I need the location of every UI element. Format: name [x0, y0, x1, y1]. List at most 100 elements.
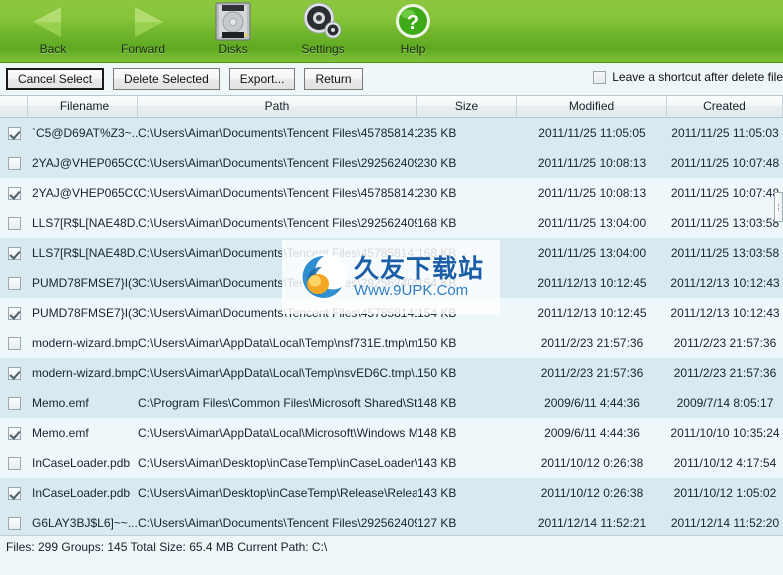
- toolbar-button-disks[interactable]: Disks: [188, 0, 278, 62]
- column-header-filename[interactable]: Filename: [28, 96, 138, 117]
- table-row[interactable]: LLS7[R$L[NAE48D... C:\Users\Aimar\Documen…: [0, 238, 783, 268]
- row-select-cell[interactable]: [0, 426, 28, 440]
- row-select-cell[interactable]: [0, 246, 28, 260]
- export-button[interactable]: Export...: [228, 68, 296, 90]
- row-select-cell[interactable]: [0, 516, 28, 530]
- table-row[interactable]: `C5@D69AT%Z3~... C:\Users\Aimar\Documents…: [0, 118, 783, 148]
- cell-created: 2011/11/25 11:05:03: [671, 126, 779, 140]
- leave-shortcut-checkbox[interactable]: [593, 70, 607, 84]
- table-body: `C5@D69AT%Z3~... C:\Users\Aimar\Documents…: [0, 118, 783, 536]
- cell-modified: 2011/11/25 11:05:05: [538, 126, 646, 140]
- table-row[interactable]: Memo.emf C:\Program Files\Common Files\Mi…: [0, 388, 783, 418]
- cell-filename: InCaseLoader.pdb: [32, 456, 131, 470]
- table-row[interactable]: PUMD78FMSE7}I(3... C:\Users\Aimar\Documen…: [0, 268, 783, 298]
- table-row[interactable]: 2YAJ@VHEP065CO...C:\Users\Aimar\Document…: [0, 178, 783, 208]
- cell-modified: 2011/10/12 0:26:38: [540, 456, 644, 470]
- column-header-modified[interactable]: Modified: [517, 96, 667, 117]
- cell-modified: 2011/10/12 0:26:38: [540, 486, 644, 500]
- cell-path: C:\Users\Aimar\AppData\Local\Temp\nsf731…: [138, 336, 417, 350]
- column-header-created[interactable]: Created: [667, 96, 783, 117]
- cell-filename: LLS7[R$L[NAE48D...: [32, 216, 138, 230]
- cell-path: C:\Users\Aimar\Desktop\inCaseTemp\Releas…: [138, 486, 417, 500]
- cell-filename: Memo.emf: [32, 426, 89, 440]
- leave-shortcut-checkbox-group[interactable]: Leave a shortcut after delete file: [593, 70, 783, 84]
- cell-created: 2009/7/14 8:05:17: [676, 396, 774, 410]
- cell-filename: G6LAY3BJ$L6]~~...: [32, 516, 138, 530]
- row-checkbox[interactable]: [7, 456, 21, 470]
- delete-selected-button[interactable]: Delete Selected: [113, 68, 220, 90]
- row-select-cell[interactable]: [0, 456, 28, 470]
- cell-modified: 2009/6/11 4:44:36: [544, 396, 640, 410]
- row-select-cell[interactable]: [0, 276, 28, 290]
- toolbar-label-settings: Settings: [301, 42, 345, 56]
- table-row[interactable]: LLS7[R$L[NAE48D... C:\Users\Aimar\Documen…: [0, 208, 783, 238]
- row-checkbox[interactable]: [7, 486, 21, 500]
- cell-size: 143 KB: [417, 486, 457, 500]
- row-checkbox[interactable]: [7, 156, 21, 170]
- cell-modified: 2011/12/14 11:52:21: [537, 516, 647, 530]
- toolbar-button-settings[interactable]: Settings: [278, 0, 368, 62]
- row-select-cell[interactable]: [0, 186, 28, 200]
- cell-modified: 2011/11/25 13:04:00: [537, 246, 647, 260]
- cell-created: 2011/12/13 10:12:43: [670, 276, 780, 290]
- table-row[interactable]: Memo.emf C:\Users\Aimar\AppData\Local\Mic…: [0, 418, 783, 448]
- cell-size: 148 KB: [417, 426, 457, 440]
- row-checkbox[interactable]: [7, 516, 21, 530]
- row-select-cell[interactable]: [0, 306, 28, 320]
- cell-created: 2011/11/25 10:07:48: [670, 186, 780, 200]
- cell-modified: 2011/11/25 10:08:13: [537, 186, 647, 200]
- toolbar-button-forward[interactable]: Forward: [98, 0, 188, 62]
- cell-created: 2011/2/23 21:57:36: [673, 366, 777, 380]
- row-select-cell[interactable]: [0, 126, 28, 140]
- table-row[interactable]: InCaseLoader.pdb C:\Users\Aimar\Desktop\i…: [0, 448, 783, 478]
- row-checkbox[interactable]: [7, 126, 21, 140]
- toolbar-label-help: Help: [400, 42, 426, 56]
- row-checkbox[interactable]: [7, 396, 21, 410]
- cell-created: 2011/2/23 21:57:36: [673, 336, 777, 350]
- row-checkbox[interactable]: [7, 426, 21, 440]
- toolbar-button-back[interactable]: Back: [8, 0, 98, 62]
- row-checkbox[interactable]: [7, 186, 21, 200]
- column-header-select[interactable]: [0, 96, 28, 117]
- cell-created: 2011/12/13 10:12:43: [670, 306, 780, 320]
- cell-created: 2011/11/25 10:07:48: [670, 156, 780, 170]
- table-row[interactable]: InCaseLoader.pdb C:\Users\Aimar\Desktop\i…: [0, 478, 783, 508]
- table-row[interactable]: modern-wizard.bmp C:\Users\Aimar\AppData\…: [0, 328, 783, 358]
- row-checkbox[interactable]: [7, 216, 21, 230]
- cell-created: 2011/11/25 13:03:58: [670, 216, 780, 230]
- table-header-row: Filename Path Size Modified Created: [0, 96, 783, 118]
- row-checkbox[interactable]: [7, 336, 21, 350]
- table-row[interactable]: PUMD78FMSE7}I(3... C:\Users\Aimar\Documen…: [0, 298, 783, 328]
- row-select-cell[interactable]: [0, 396, 28, 410]
- table-row[interactable]: G6LAY3BJ$L6]~~... C:\Users\Aimar\Document…: [0, 508, 783, 536]
- toolbar-button-help[interactable]: ? Help: [368, 0, 458, 62]
- row-select-cell[interactable]: [0, 156, 28, 170]
- cell-size: 168 KB: [417, 216, 457, 230]
- column-header-size[interactable]: Size: [417, 96, 517, 117]
- row-checkbox[interactable]: [7, 306, 21, 320]
- cell-filename: modern-wizard.bmp: [32, 336, 138, 350]
- cell-filename: InCaseLoader.pdb: [32, 486, 131, 500]
- table-row[interactable]: 2YAJ@VHEP065CO...C:\Users\Aimar\Document…: [0, 148, 783, 178]
- cell-size: 168 KB: [417, 246, 457, 260]
- cell-modified: 2011/11/25 10:08:13: [537, 156, 647, 170]
- table-row[interactable]: modern-wizard.bmp C:\Users\Aimar\AppData\…: [0, 358, 783, 388]
- row-checkbox[interactable]: [7, 366, 21, 380]
- row-select-cell[interactable]: [0, 366, 28, 380]
- row-checkbox[interactable]: [7, 246, 21, 260]
- cell-filename: Memo.emf: [32, 396, 89, 410]
- cell-size: 154 KB: [417, 306, 457, 320]
- cell-filename: 2YAJ@VHEP065CO...: [32, 156, 138, 170]
- cancel-select-button[interactable]: Cancel Select: [6, 68, 105, 90]
- vertical-scrollbar-thumb[interactable]: [774, 192, 783, 222]
- column-header-path[interactable]: Path: [138, 96, 417, 117]
- row-select-cell[interactable]: [0, 216, 28, 230]
- return-button[interactable]: Return: [304, 68, 363, 90]
- row-checkbox[interactable]: [7, 276, 21, 290]
- cell-modified: 2011/2/23 21:57:36: [540, 366, 644, 380]
- cell-filename: 2YAJ@VHEP065CO...: [32, 186, 138, 200]
- row-select-cell[interactable]: [0, 486, 28, 500]
- row-select-cell[interactable]: [0, 336, 28, 350]
- vertical-scrollbar[interactable]: [774, 118, 783, 536]
- cell-size: 150 KB: [417, 336, 457, 350]
